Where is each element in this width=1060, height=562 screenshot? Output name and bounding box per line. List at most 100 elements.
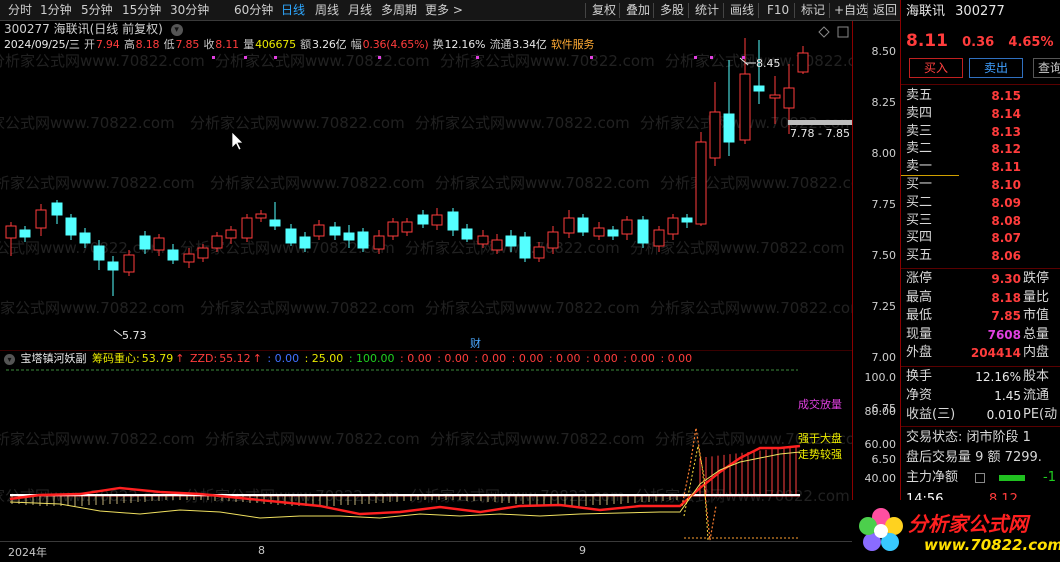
candle-down[interactable]	[637, 219, 649, 244]
ask-row[interactable]: 卖五 8.15	[901, 88, 1060, 104]
candle-up[interactable]	[431, 214, 443, 226]
f10-button[interactable]: F10	[767, 2, 789, 19]
candle-down[interactable]	[167, 249, 179, 261]
candle-down[interactable]	[519, 236, 531, 259]
candle-down[interactable]	[357, 231, 369, 249]
candle-up[interactable]	[593, 227, 605, 237]
candle-down[interactable]	[65, 217, 77, 236]
candle-up[interactable]	[739, 73, 751, 141]
candle-down[interactable]	[329, 226, 341, 236]
candle-up[interactable]	[563, 217, 575, 234]
candle-up[interactable]	[797, 52, 809, 73]
tab-30min[interactable]: 30分钟	[170, 2, 209, 19]
bid-row[interactable]: 买二 8.09	[901, 195, 1060, 211]
candle-up[interactable]	[477, 235, 489, 245]
bid-row[interactable]: 买一 8.10	[901, 177, 1060, 193]
tab-monthly[interactable]: 月线	[348, 2, 372, 19]
candle-up[interactable]	[667, 217, 679, 235]
bid-row[interactable]: 买四 8.07	[901, 230, 1060, 246]
candle-down[interactable]	[343, 232, 355, 241]
candle-down[interactable]	[51, 202, 63, 216]
candlestick-chart[interactable]: 分析家公式网www.70822.com 分析家公式网www.70822.com 分析…	[0, 38, 852, 348]
ask-row[interactable]: 卖一 8.11	[901, 159, 1060, 175]
candle-up[interactable]	[621, 219, 633, 235]
candle-up[interactable]	[547, 231, 559, 249]
candle-up[interactable]	[313, 224, 325, 237]
candle-up[interactable]	[241, 217, 253, 239]
chevron-down-icon[interactable]: ▾	[170, 23, 183, 36]
tab-multi-period[interactable]: 多周期	[381, 2, 417, 19]
candle-down[interactable]	[753, 85, 765, 92]
candle-down[interactable]	[607, 229, 619, 237]
app-window: 分时 1分钟 5分钟 15分钟 30分钟 ⚙ 60分钟 日线 周线 月线 多周期…	[0, 0, 1060, 562]
mark-button[interactable]: 标记	[801, 2, 825, 19]
diamond-icon[interactable]	[818, 26, 830, 38]
indicator-bar: ▾ 宝塔镇河妖副 筹码重心: 53.79 ↑ ZZD: 55.12 ↑ : 0.00 :…	[0, 350, 852, 366]
candle-up[interactable]	[491, 239, 503, 251]
chevron-down-icon[interactable]: ▾	[4, 353, 15, 365]
ask-row[interactable]: 卖四 8.14	[901, 106, 1060, 122]
candle-down[interactable]	[285, 228, 297, 244]
adjust-button[interactable]: 复权	[592, 2, 616, 19]
candle-up[interactable]	[653, 229, 665, 247]
candle-down[interactable]	[577, 217, 589, 233]
candle-down[interactable]	[681, 217, 693, 223]
ask-row[interactable]: 卖三 8.13	[901, 124, 1060, 140]
bid-row[interactable]: 买三 8.08	[901, 213, 1060, 229]
candle-down[interactable]	[93, 245, 105, 261]
candle-up[interactable]	[533, 246, 545, 259]
candle-down[interactable]	[505, 235, 517, 247]
tab-60min[interactable]: 60分钟	[234, 2, 273, 19]
candle-up[interactable]	[695, 141, 707, 225]
indicator-chart[interactable]: 分析家公式网www.70822.com 分析家公式网www.70822.com 分析…	[0, 366, 852, 541]
candle-up[interactable]	[183, 253, 195, 263]
stats-button[interactable]: 统计	[695, 2, 719, 19]
candle-down[interactable]	[79, 232, 91, 244]
tab-5min[interactable]: 5分钟	[81, 2, 113, 19]
add-favorite-button[interactable]: +自选	[834, 2, 868, 19]
candle-down[interactable]	[447, 211, 459, 231]
financial-marker[interactable]: 财	[470, 336, 481, 348]
multi-stock-button[interactable]: 多股	[660, 2, 684, 19]
square-icon[interactable]	[837, 26, 849, 38]
candle-up[interactable]	[709, 111, 721, 159]
overlay-button[interactable]: 叠加	[626, 2, 650, 19]
table-icon[interactable]	[975, 473, 985, 483]
candle-down[interactable]	[299, 236, 311, 249]
candle-up[interactable]	[225, 229, 237, 239]
bid-row[interactable]: 买五 8.06	[901, 248, 1060, 264]
candle-up[interactable]	[783, 87, 795, 109]
candle-up[interactable]	[123, 254, 135, 273]
draw-line-button[interactable]: 画线	[730, 2, 754, 19]
candle-up[interactable]	[5, 225, 17, 239]
candle-up[interactable]	[387, 221, 399, 237]
indicator-name[interactable]: 宝塔镇河妖副	[21, 352, 87, 365]
tab-intraday[interactable]: 分时	[8, 2, 32, 19]
tab-daily[interactable]: 日线	[281, 2, 305, 19]
buy-button[interactable]: 买入	[909, 58, 963, 78]
candle-down[interactable]	[19, 229, 31, 238]
up-arrow-icon: ↑	[175, 352, 185, 365]
candle-down[interactable]	[139, 235, 151, 250]
candle-up[interactable]	[373, 235, 385, 250]
back-button[interactable]: 返回	[873, 2, 897, 19]
candle-up[interactable]	[401, 221, 413, 233]
candle-down[interactable]	[417, 214, 429, 225]
candle-up[interactable]	[197, 247, 209, 259]
candle-up[interactable]	[35, 209, 47, 229]
candle-up[interactable]	[769, 94, 781, 99]
candle-up[interactable]	[255, 213, 267, 219]
candle-down[interactable]	[107, 261, 119, 271]
tab-15min[interactable]: 15分钟	[122, 2, 161, 19]
tab-weekly[interactable]: 周线	[315, 2, 339, 19]
candle-down[interactable]	[269, 219, 281, 227]
ask-row[interactable]: 卖二 8.12	[901, 141, 1060, 157]
sell-button[interactable]: 卖出	[969, 58, 1023, 78]
tab-1min[interactable]: 1分钟	[40, 2, 72, 19]
candle-up[interactable]	[211, 235, 223, 249]
tab-more[interactable]: 更多 >	[425, 2, 463, 19]
candle-down[interactable]	[461, 228, 473, 240]
candle-up[interactable]	[153, 237, 165, 251]
query-button[interactable]: 查询	[1033, 58, 1060, 78]
candle-down[interactable]	[723, 113, 735, 143]
